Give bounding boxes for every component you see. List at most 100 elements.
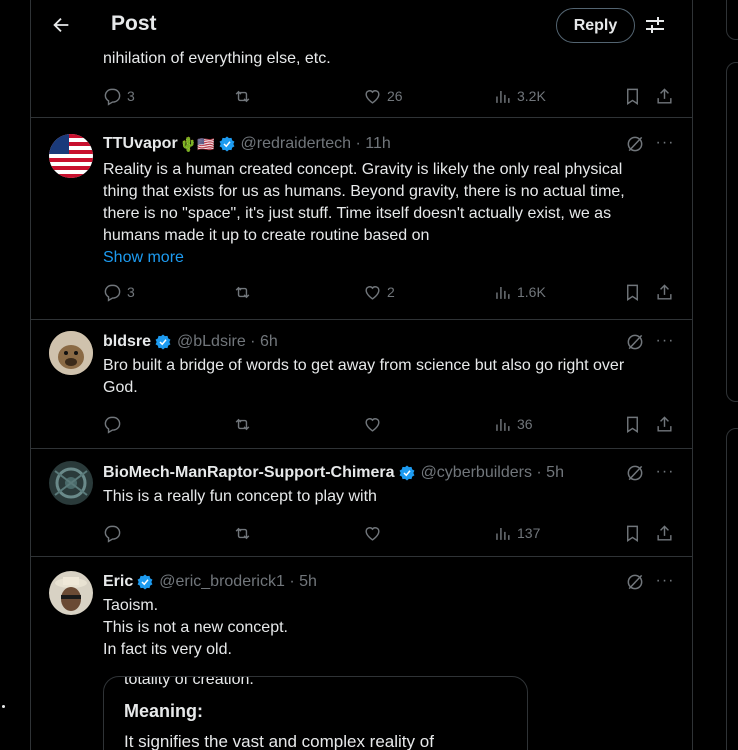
name-emoji: 🌵🇺🇸 [179,135,215,152]
heart-icon [365,417,380,432]
bookmark-action[interactable] [623,84,642,108]
repost-action[interactable] [233,84,252,108]
avatar[interactable] [49,571,93,615]
tweet[interactable]: BioMech-ManRaptor-Support-Chimera @cyber… [31,449,692,557]
grok-icon[interactable] [625,332,645,352]
bookmark-icon [627,416,638,433]
reply-icon [104,525,121,543]
reply-action[interactable] [103,521,122,545]
repost-action[interactable] [233,412,252,436]
share-action[interactable] [655,84,674,108]
handle-time[interactable]: @bLdsire · 6h [177,333,278,351]
views-icon [496,286,510,299]
more-options-icon[interactable]: ··· [653,134,677,154]
views-count: 1.6K [517,284,546,300]
quote-clipped-line: totality of creation. [124,676,254,688]
display-name[interactable]: Eric [103,573,133,591]
share-icon [657,524,672,541]
show-more-link[interactable]: Show more [103,247,668,269]
tweet-line: Bro built a bridge of words to get away … [103,357,625,374]
verified-badge-icon [399,465,414,481]
tweet-line: In fact its very old. [103,641,232,658]
sliders-icon[interactable] [643,13,667,37]
quoted-card[interactable]: totality of creation. Meaning: It signif… [103,676,528,750]
reply-count: 3 [127,88,135,104]
tweet[interactable]: bldsre @bLdsire · 6h ··· Bro built a bri… [31,320,692,449]
repost-icon [235,90,250,102]
more-options-icon[interactable]: ··· [653,572,677,592]
tweet-line: God. [103,379,138,396]
avatar[interactable] [49,134,93,178]
tweet-meta: BioMech-ManRaptor-Support-Chimera @cyber… [103,462,564,484]
back-arrow-icon[interactable] [49,13,73,37]
like-action[interactable] [363,412,382,436]
avatar[interactable] [49,331,93,375]
views-action[interactable]: 36 [493,412,533,436]
views-action[interactable]: 1.6K [493,280,546,304]
display-name[interactable]: bldsre [103,333,151,351]
sidebar-edge [726,0,738,40]
tweet-actions: 3 2 1.6K [103,280,678,304]
tweet-text: Bro built a bridge of words to get away … [103,355,668,399]
reply-icon [104,88,121,106]
display-name[interactable]: TTUvapor [103,135,178,153]
tweet-line: Reality is a human created concept. Grav… [103,161,623,178]
display-name[interactable]: BioMech-ManRaptor-Support-Chimera [103,464,395,482]
share-action[interactable] [655,280,674,304]
repost-action[interactable] [233,280,252,304]
like-count: 2 [387,284,395,300]
repost-action[interactable] [233,521,252,545]
tweet-text: Reality is a human created concept. Grav… [103,159,668,269]
heart-icon [365,285,380,300]
views-count: 36 [517,416,533,432]
bookmark-icon [627,284,638,301]
handle-time[interactable]: @eric_broderick1 · 5h [159,573,317,591]
share-action[interactable] [655,521,674,545]
post-header: Post Reply [31,0,692,50]
tweet-text: nihilation of everything else, etc. [103,50,331,67]
views-count: 137 [517,525,541,541]
tweet-meta: TTUvapor 🌵🇺🇸 @redraidertech · 11h [103,133,391,155]
handle-time[interactable]: @redraidertech · 11h [241,135,391,153]
reply-action[interactable]: 3 [103,84,135,108]
tweet[interactable]: TTUvapor 🌵🇺🇸 @redraidertech · 11h ··· Re… [31,118,692,320]
tweet-line: This is a really fun concept to play wit… [103,488,377,505]
bookmark-action[interactable] [623,412,642,436]
share-action[interactable] [655,412,674,436]
like-action[interactable]: 26 [363,84,403,108]
avatar[interactable] [49,461,93,505]
dog-avatar-icon [49,331,93,375]
tweet-text: This is a really fun concept to play wit… [103,486,668,508]
us-flag-avatar-icon [49,134,93,178]
handle-time[interactable]: @cyberbuilders · 5h [421,464,564,482]
reply-button[interactable]: Reply [556,8,635,43]
grok-icon[interactable] [625,463,645,483]
like-action[interactable] [363,521,382,545]
grok-icon[interactable] [625,572,645,592]
views-action[interactable]: 137 [493,521,540,545]
bookmark-action[interactable] [623,521,642,545]
views-action[interactable]: 3.2K [493,84,546,108]
reply-action[interactable] [103,412,122,436]
mech-avatar-icon [49,461,93,505]
repost-icon [235,527,250,539]
verified-badge-icon [137,574,153,590]
reply-action[interactable]: 3 [103,280,135,304]
more-options-icon[interactable]: ··· [653,332,677,352]
tweet-actions: 137 [103,521,678,545]
verified-badge-icon [155,334,171,350]
more-options-icon[interactable]: ··· [653,463,677,483]
bookmark-action[interactable] [623,280,642,304]
quote-text: It signifies the vast and complex realit… [124,732,434,750]
like-action[interactable]: 2 [363,280,395,304]
person-avatar-icon [49,571,93,615]
grok-icon[interactable] [625,134,645,154]
views-icon [496,90,510,103]
tweet-line: This is not a new concept. [103,619,288,636]
tweet-meta: bldsre @bLdsire · 6h [103,331,278,353]
views-icon [496,418,510,431]
share-icon [657,283,672,300]
tweet-line: thing that exists for us as humans. Beyo… [103,183,625,200]
tweet-actions: 3 26 3.2K [103,84,678,108]
tweet-line: there is no "space", it's just stuff. Ti… [103,205,612,222]
